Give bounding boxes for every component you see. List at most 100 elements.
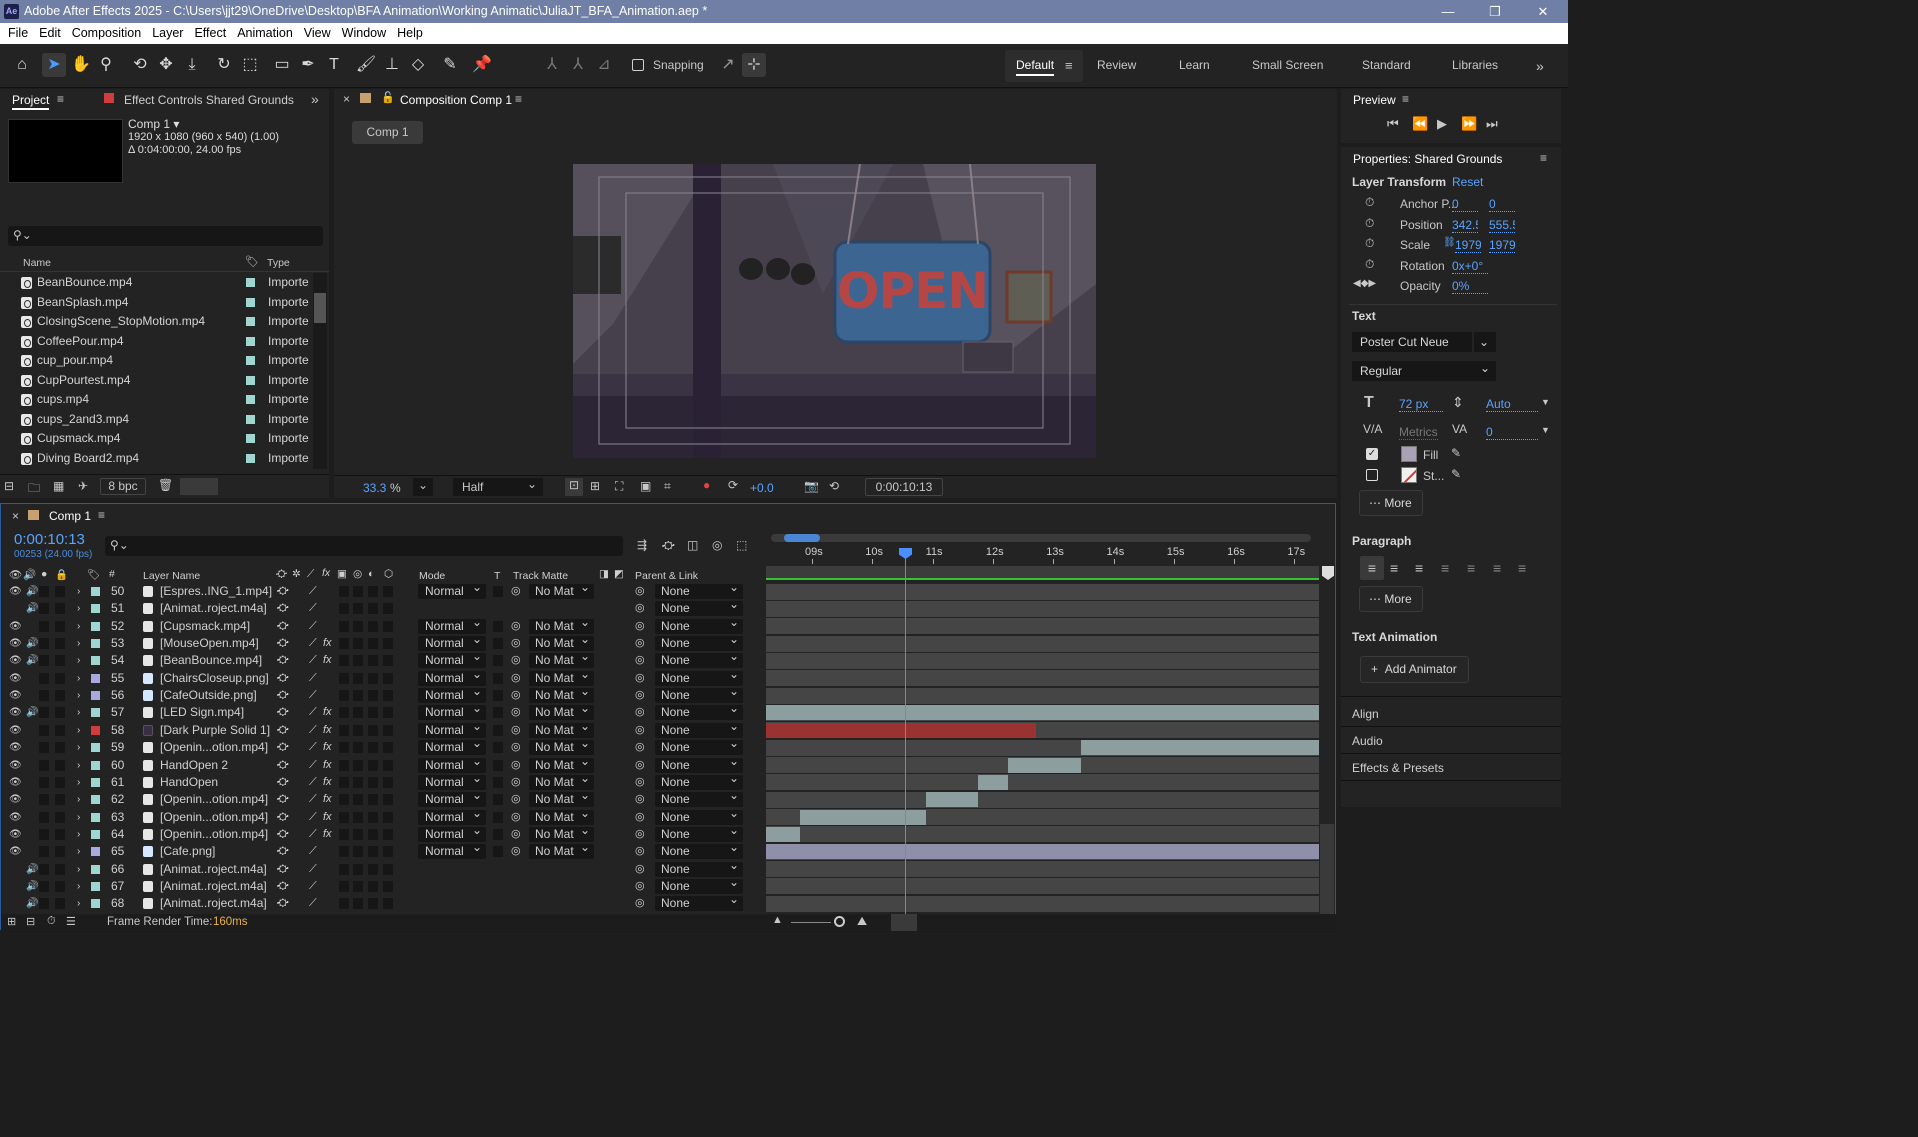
eye-icon[interactable]: 👁 (9, 618, 22, 635)
project-item[interactable]: cups_2and3.mp4 Importe (0, 410, 328, 430)
fill-checkbox[interactable]: ✓ (1366, 448, 1378, 460)
project-tab-menu-icon[interactable]: ≡ (57, 92, 64, 106)
fx-switch-icon[interactable]: fx (323, 809, 332, 826)
brush-tool-icon[interactable]: 🖌 (354, 53, 378, 77)
project-item[interactable]: cup_pour.mp4 Importe (0, 351, 328, 371)
3d-header-icon[interactable]: ⬡ (384, 568, 393, 580)
add-animator-button[interactable]: + Add Animator (1360, 656, 1469, 683)
motion-blur-switch[interactable] (353, 655, 363, 667)
align-center-icon[interactable]: ≡ (1390, 556, 1398, 580)
blend-mode-dropdown[interactable]: Normal (418, 583, 486, 599)
snap-edges-icon[interactable]: ↗ (716, 53, 740, 77)
menu-effect[interactable]: Effect (186, 23, 226, 44)
project-scrollbar[interactable] (313, 273, 327, 469)
adjustment-switch[interactable] (368, 794, 378, 806)
layer-duration-bar[interactable] (1008, 757, 1082, 773)
color-management-icon[interactable]: ⟳ (728, 478, 738, 492)
adjustment-header-icon[interactable]: ◐ (368, 568, 374, 580)
3d-switch[interactable] (383, 655, 393, 667)
layer-row[interactable]: 👁›55[ChairsCloseup.png]⛮⟋Normal◎No Mat◎N… (5, 667, 765, 687)
lock-switch[interactable] (55, 707, 65, 719)
axis-world-icon[interactable]: ⅄ (566, 53, 590, 77)
lock-switch[interactable] (55, 690, 65, 702)
lock-header-icon[interactable]: 🔒 (55, 568, 68, 581)
speaker-icon[interactable]: 🔊 (26, 704, 38, 721)
fx-switch-icon[interactable]: fx (323, 704, 332, 721)
adjustment-switch[interactable] (368, 603, 378, 615)
navigator-handle[interactable] (784, 534, 820, 542)
shy-switch-icon[interactable]: ⛮ (277, 895, 289, 912)
transform-value-1[interactable]: 342.5 (1452, 218, 1478, 233)
shy-switch-icon[interactable]: ⛮ (277, 722, 289, 739)
motion-blur-switch[interactable] (353, 690, 363, 702)
minimize-icon[interactable]: — (1425, 0, 1471, 23)
graph-editor-icon[interactable]: ⬚ (736, 538, 747, 552)
3d-switch[interactable] (383, 846, 393, 858)
eye-icon[interactable]: 👁 (9, 583, 22, 600)
layer-name-header[interactable]: Layer Name (143, 570, 200, 582)
solo-switch[interactable] (39, 811, 49, 823)
fill-swatch[interactable] (1401, 446, 1417, 462)
menu-window[interactable]: Window (334, 23, 386, 44)
new-folder-icon[interactable]: 🗀 (28, 479, 40, 500)
solo-switch[interactable] (39, 898, 49, 910)
eraser-tool-icon[interactable]: ◇ (406, 53, 430, 77)
menu-layer[interactable]: Layer (144, 23, 183, 44)
layer-name[interactable]: [Animat..roject.m4a] (160, 861, 267, 878)
eye-icon[interactable]: 👁 (9, 757, 22, 774)
motion-blur-switch[interactable] (353, 794, 363, 806)
fx-header-icon[interactable]: fx (322, 567, 330, 579)
eye-icon[interactable]: 👁 (9, 722, 22, 739)
layer-row[interactable]: 👁🔊›57[LED Sign.mp4]⛮⟋fxNormal◎No Mat◎Non… (5, 701, 765, 721)
layer-label-swatch[interactable] (91, 656, 100, 666)
menu-view[interactable]: View (296, 23, 331, 44)
scrollbar-thumb[interactable] (314, 293, 326, 323)
quality-switch-icon[interactable]: ⟋ (309, 757, 317, 774)
layer-label-swatch[interactable] (91, 760, 100, 770)
leading-dropdown-icon[interactable]: ▼ (1541, 397, 1550, 407)
3d-switch[interactable] (383, 586, 393, 597)
layer-label-swatch[interactable] (91, 691, 100, 701)
twirl-chevron-icon[interactable]: › (77, 704, 80, 721)
draft-3d-icon[interactable]: ⛮ (662, 538, 675, 553)
layer-label-swatch[interactable] (91, 847, 100, 857)
motion-blur-switch[interactable] (353, 811, 363, 823)
layer-track[interactable] (766, 774, 1319, 791)
play-icon[interactable]: ▶ (1437, 116, 1447, 132)
layer-label-swatch[interactable] (91, 743, 100, 753)
layer-name[interactable]: [MouseOpen.mp4] (160, 635, 259, 652)
shy-switch-icon[interactable]: ⛮ (277, 826, 289, 843)
label-swatch[interactable] (246, 317, 255, 326)
first-frame-icon[interactable]: ⏮ (1387, 116, 1399, 132)
layer-row[interactable]: 🔊 › 67 [Animat..roject.m4a] ⛮ ⟋ ◎ None (5, 875, 765, 895)
quality-switch-icon[interactable]: ⟋ (309, 722, 317, 739)
fx-switch-icon[interactable]: fx (323, 739, 332, 756)
twirl-chevron-icon[interactable]: › (77, 635, 80, 652)
quality-switch-icon[interactable]: ⟋ (309, 635, 317, 652)
parent-pickwhip-icon[interactable]: ◎ (635, 757, 645, 774)
frame-blend-switch[interactable] (339, 672, 349, 684)
close-icon[interactable]: ✕ (1520, 0, 1566, 23)
quality-switch-icon[interactable]: ⟋ (309, 809, 317, 826)
label-swatch[interactable] (246, 356, 255, 365)
thumbnail-swatch[interactable] (180, 478, 218, 495)
parent-pickwhip-icon[interactable]: ◎ (635, 809, 645, 826)
quality-switch-icon[interactable]: ⟋ (309, 843, 317, 860)
work-area-bar[interactable] (771, 534, 1311, 542)
motion-blur-switch[interactable] (353, 759, 363, 771)
preserve-transparency-switch[interactable] (493, 759, 503, 771)
home-icon[interactable]: ⌂ (10, 53, 34, 77)
layer-row[interactable]: 👁›56[CafeOutside.png]⛮⟋Normal◎No Mat◎Non… (5, 684, 765, 704)
project-item[interactable]: cups.mp4 Importe (0, 390, 328, 410)
chevron-down-icon[interactable]: ▾ (173, 117, 179, 131)
layer-track[interactable] (766, 791, 1319, 808)
layer-track[interactable] (766, 600, 1319, 617)
speaker-icon[interactable]: 🔊 (26, 861, 38, 878)
quality-switch-icon[interactable]: ⟋ (309, 600, 317, 617)
adjustment-switch[interactable] (368, 759, 378, 771)
frame-blend-switch[interactable] (339, 742, 349, 754)
twirl-chevron-icon[interactable]: › (77, 722, 80, 739)
last-frame-icon[interactable]: ⏭ (1486, 116, 1498, 132)
twirl-chevron-icon[interactable]: › (77, 670, 80, 687)
layer-name[interactable]: [Openin...otion.mp4] (160, 826, 268, 843)
